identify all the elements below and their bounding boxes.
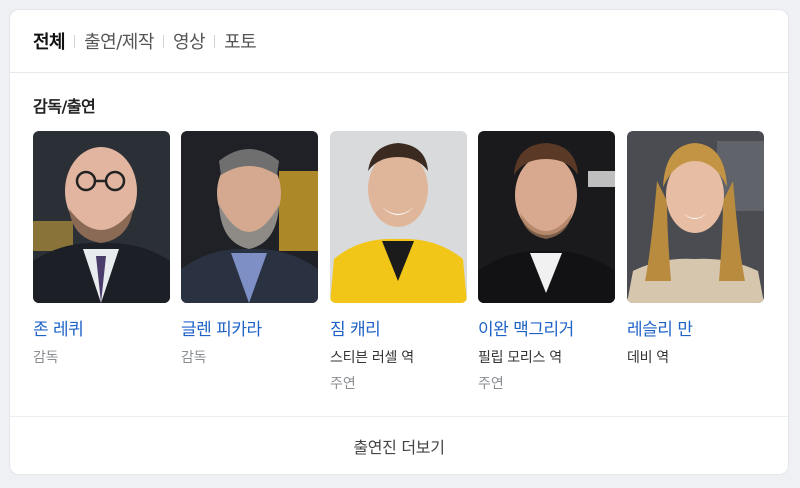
person-role: 감독 xyxy=(181,350,207,366)
person-photo[interactable] xyxy=(181,131,318,303)
tab-bar: 전체 출연/제작 영상 포토 xyxy=(10,10,788,73)
person-role: 데비 역 xyxy=(627,350,669,366)
person-name[interactable]: 존 레퀴 xyxy=(33,315,170,340)
tab-divider xyxy=(74,34,76,48)
people-list: 존 레퀴 감독 글렌 피카라 감독 짐 캐리 스티븐 러셀 역 주연 이완 맥그… xyxy=(33,131,788,393)
tab-divider xyxy=(214,34,216,48)
tab-photo[interactable]: 포토 xyxy=(224,28,257,54)
person-photo[interactable] xyxy=(330,131,467,303)
person-photo[interactable] xyxy=(627,131,764,303)
tab-divider xyxy=(162,34,164,48)
person-card[interactable]: 짐 캐리 스티븐 러셀 역 주연 xyxy=(330,131,467,393)
person-card[interactable]: 레슬리 만 데비 역 xyxy=(627,131,764,367)
person-name[interactable]: 글렌 피카라 xyxy=(181,315,318,340)
person-name[interactable]: 레슬리 만 xyxy=(627,315,764,340)
cast-card: 전체 출연/제작 영상 포토 감독/출연 존 레퀴 감독 글렌 피카라 감독 짐… xyxy=(9,9,789,475)
person-card[interactable]: 이완 맥그리거 필립 모리스 역 주연 xyxy=(478,131,615,393)
person-role: 스티븐 러셀 역 xyxy=(330,350,414,366)
show-more-cast-button[interactable]: 출연진 더보기 xyxy=(10,416,788,474)
person-card[interactable]: 존 레퀴 감독 xyxy=(33,131,170,367)
person-role: 감독 xyxy=(33,350,59,366)
person-role: 필립 모리스 역 xyxy=(478,350,562,366)
person-name[interactable]: 짐 캐리 xyxy=(330,315,467,340)
person-name[interactable]: 이완 맥그리거 xyxy=(478,315,615,340)
person-photo[interactable] xyxy=(478,131,615,303)
section-title: 감독/출연 xyxy=(33,97,96,116)
tab-cast-production[interactable]: 출연/제작 xyxy=(84,28,154,54)
person-billing: 주연 xyxy=(330,376,356,392)
tab-video[interactable]: 영상 xyxy=(173,28,206,54)
person-photo[interactable] xyxy=(33,131,170,303)
person-billing: 주연 xyxy=(478,376,504,392)
person-card[interactable]: 글렌 피카라 감독 xyxy=(181,131,318,367)
tab-all[interactable]: 전체 xyxy=(33,28,66,54)
